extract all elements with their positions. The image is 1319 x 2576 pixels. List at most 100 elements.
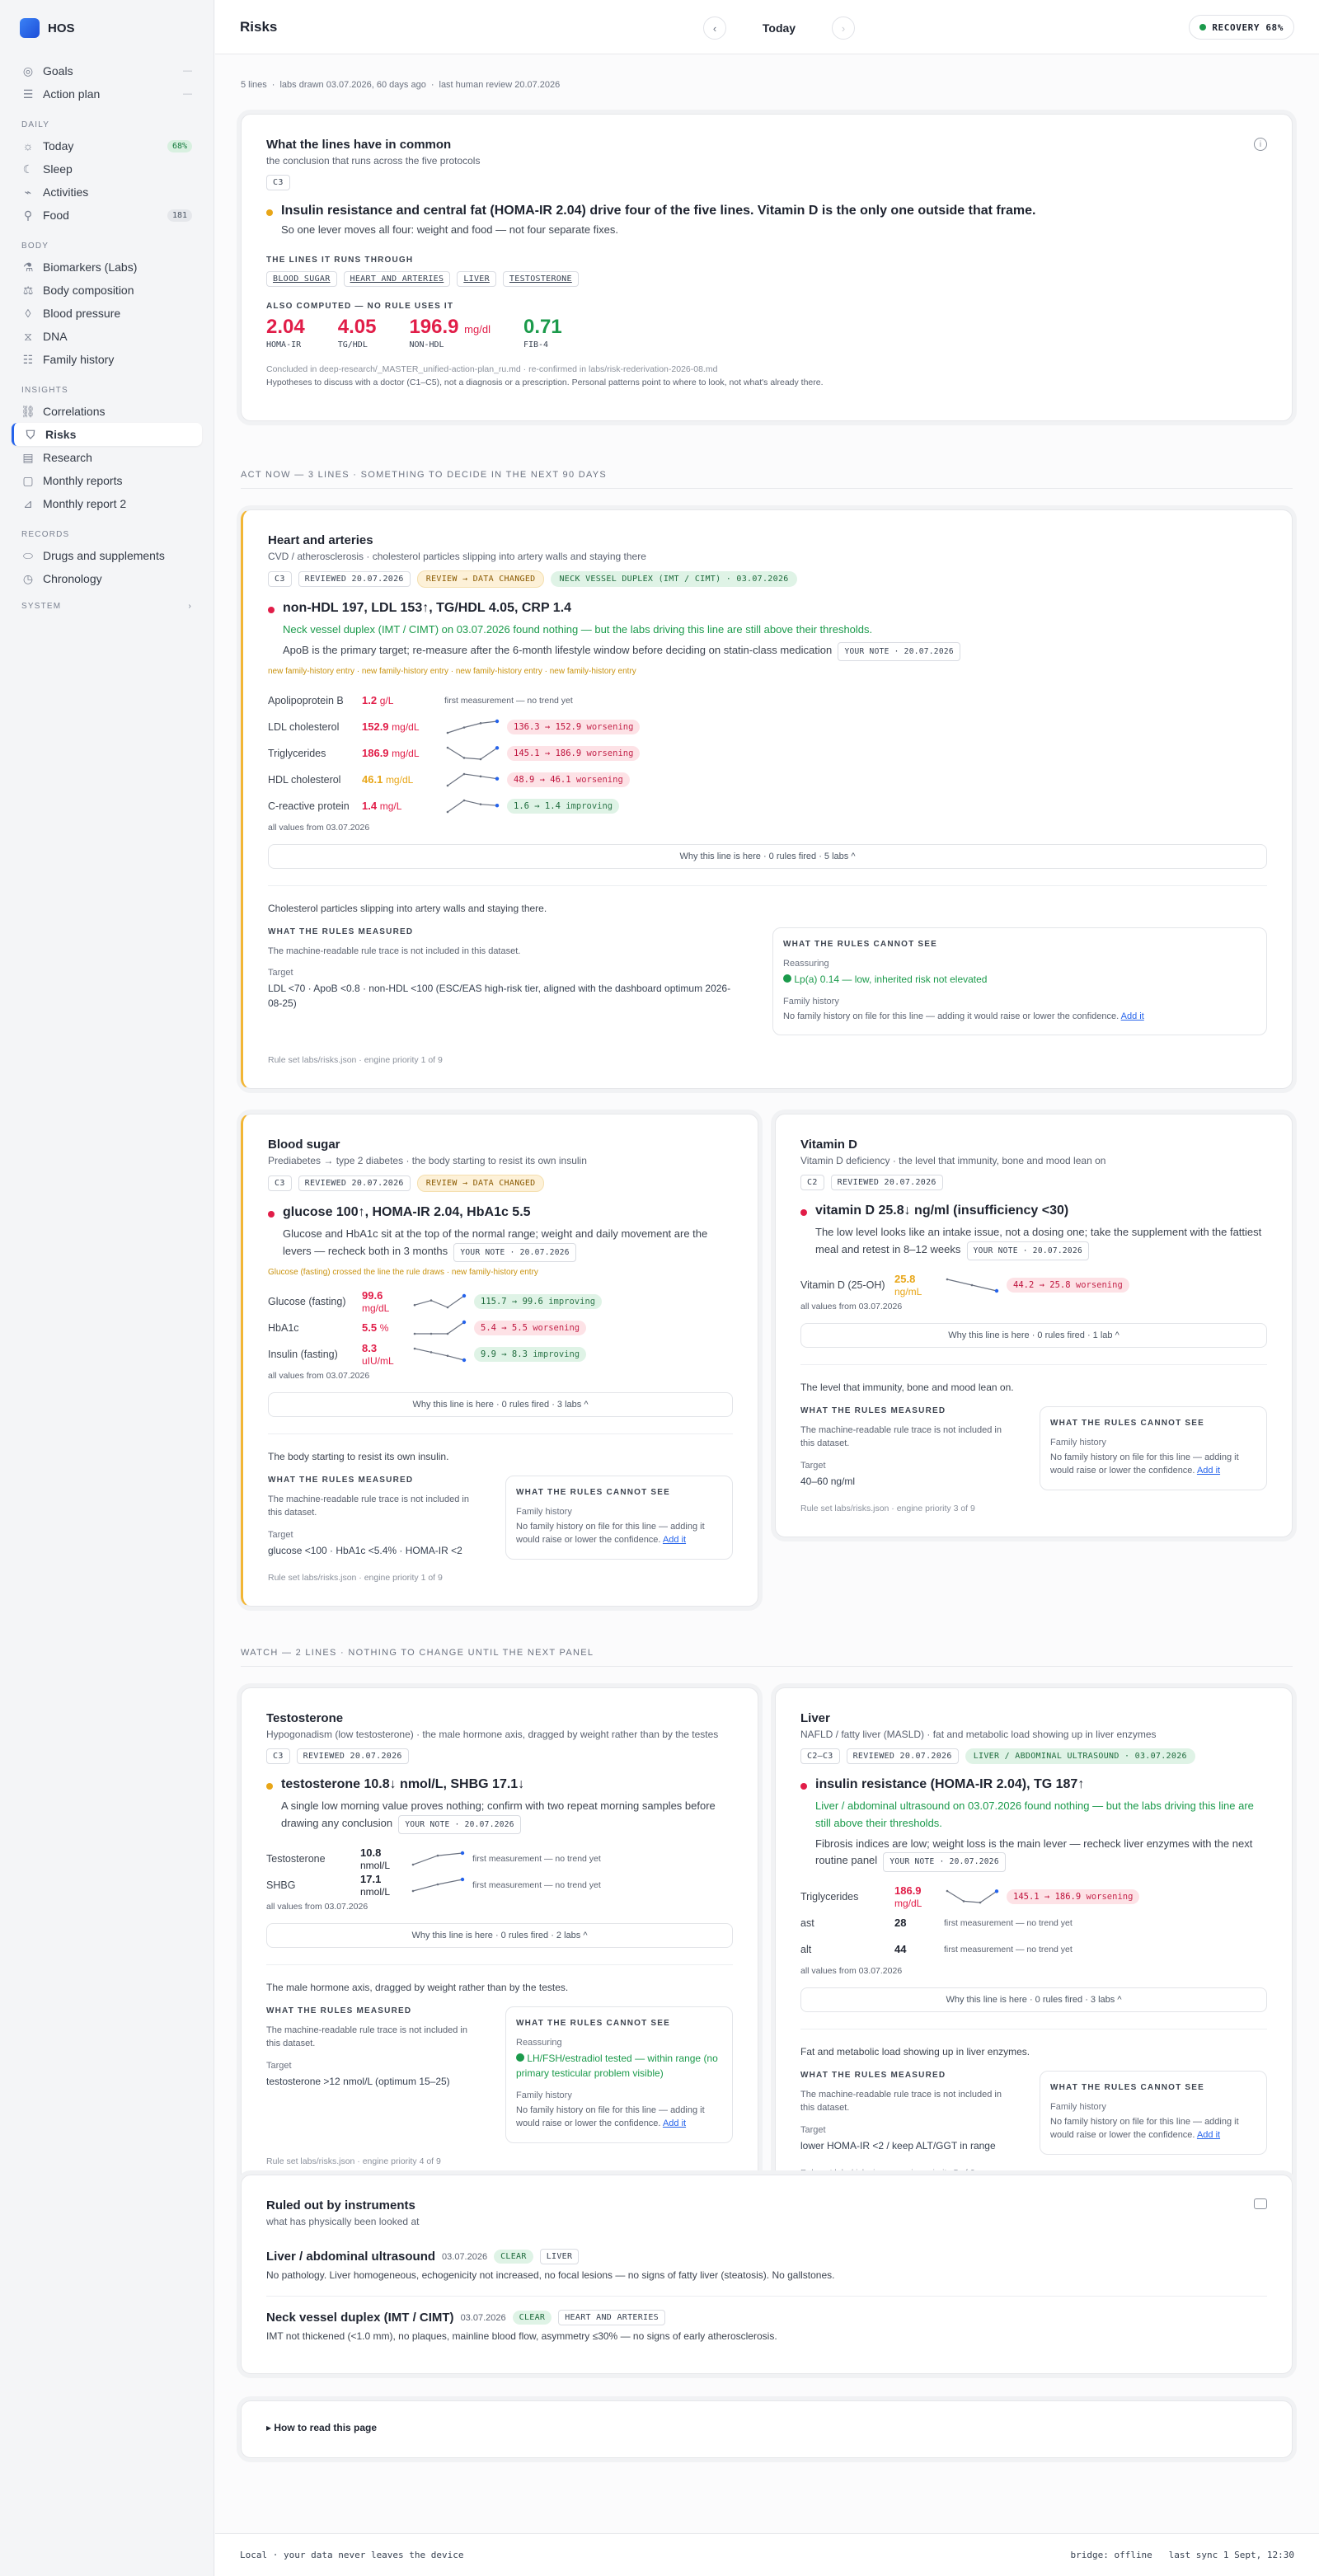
list-icon: ☰ [22,87,34,101]
recovery-badge[interactable]: RECOVERY 68% [1189,15,1294,40]
status-pill[interactable]: NECK VESSEL DUPLEX (IMT / CIMT) · 03.07.… [551,571,797,587]
sidebar-item-blood-pressure[interactable]: ◊ Blood pressure [12,302,202,325]
values-date: all values from 03.07.2026 [800,1301,903,1311]
add-family-history-link[interactable]: Add it [1197,2130,1220,2140]
activity-icon: ⌁ [24,185,32,199]
your-note-tag[interactable]: YOUR NOTE · 20.07.2026 [838,641,960,661]
sidebar-item-food[interactable]: ⚲ Food 181 [12,204,202,227]
clear-badge: CLEAR [494,2250,533,2264]
sidebar-item-monthly-reports[interactable]: ▢ Monthly reports [12,469,202,492]
utensils-icon: ⚲ [23,208,33,222]
sidebar-section-daily: DAILY [21,120,50,129]
sidebar-item-activities[interactable]: ⌁ Activities [12,181,202,204]
common-body: So one lever moves all four: weight and … [281,223,619,236]
rules-measured: The machine-readable rule trace is not i… [800,2089,1002,2114]
your-note-tag[interactable]: YOUR NOTE · 20.07.2026 [883,1852,1006,1872]
line-link[interactable]: LIVER [457,270,496,287]
marker-row[interactable]: Vitamin D (25-OH) 25.8 ng/mL 44.2 → 25.8 … [800,1272,1267,1298]
instrument-finding: Neck vessel duplex (IMT / CIMT) on 03.07… [283,623,873,636]
sidebar-item-goals[interactable]: ◎ Goals — [12,59,202,82]
change-badge: 1.6 → 1.4 improving [507,798,620,814]
line-link[interactable]: BLOOD SUGAR [266,270,337,287]
your-note-tag[interactable]: YOUR NOTE · 20.07.2026 [966,1241,1089,1260]
next-day-button[interactable]: › [832,16,855,40]
confidence-tag: C3 [268,571,292,587]
add-family-history-link[interactable]: Add it [1121,1011,1144,1021]
sidebar-item-action-plan[interactable]: ☰ Action plan — [12,82,202,106]
your-note-tag[interactable]: YOUR NOTE · 20.07.2026 [398,1814,521,1834]
sidebar-item-body-composition[interactable]: ⚖ Body composition [12,279,202,302]
computed-label: ALSO COMPUTED — NO RULE USES IT [266,301,454,311]
how-to-read-card[interactable]: ▸ How to read this page [241,2400,1293,2458]
marker-row[interactable]: C-reactive protein 1.4 mg/L 1.6 → 1.4 imp… [268,793,1267,819]
sidebar-item-biomarkers-labs[interactable]: ⚗ Biomarkers (Labs) [12,256,202,279]
why-this-line-button[interactable]: Why this line is here · 0 rules fired · … [268,843,1267,869]
marker-row[interactable]: Triglycerides 186.9 mg/dL 145.1 → 186.9 w… [268,740,1267,767]
marker-row[interactable]: Testosterone 10.8 nmol/L first measuremen… [266,1846,733,1872]
sidebar-item-today[interactable]: ☼ Today 68% [12,134,202,157]
info-icon[interactable]: i [1254,138,1267,151]
app-logo[interactable]: HOS [20,18,194,38]
trend-sparkline [413,1320,467,1335]
status-dot-icon [1199,24,1207,30]
rules-measured: The machine-readable rule trace is not i… [268,945,521,956]
risk-advice: Glucose and HbA1c sit at the top of the … [283,1226,733,1262]
trend-sparkline [446,772,500,787]
your-note-tag[interactable]: YOUR NOTE · 20.07.2026 [453,1242,576,1262]
change-badge: 145.1 → 186.9 worsening [507,745,641,761]
sidebar-section-system[interactable]: SYSTEM › [21,602,192,611]
sidebar-item-correlations[interactable]: ⛓ Correlations [12,400,202,423]
why-this-line-button[interactable]: Why this line is here · 0 rules fired · … [800,1322,1267,1348]
status-pill[interactable]: REVIEW → DATA CHANGED [416,570,545,588]
add-family-history-link[interactable]: Add it [663,1535,686,1545]
why-this-line-button[interactable]: Why this line is here · 0 rules fired · … [268,1391,733,1417]
rule-set-note: Rule set labs/risks.json · engine priori… [268,1055,443,1066]
date-label[interactable]: Today [738,21,820,35]
risk-headline: vitamin D 25.8↓ ng/ml (insufficiency <30… [815,1204,1069,1218]
marker-row[interactable]: alt 44 first measurement — no trend yet [800,1936,1267,1963]
marker-row[interactable]: HDL cholesterol 46.1 mg/dL 48.9 → 46.1 wo… [268,767,1267,793]
trend-sparkline [413,1293,467,1309]
why-this-line-button[interactable]: Why this line is here · 0 rules fired · … [266,1922,733,1948]
line-tag[interactable]: HEART AND ARTERIES [558,2310,666,2325]
line-link[interactable]: TESTOSTERONE [502,270,579,287]
trend-sparkline [446,746,500,761]
page-meta: 5 lines · labs drawn 03.07.2026, 60 days a… [241,80,560,90]
rules-measured: The machine-readable rule trace is not i… [268,1494,469,1518]
marker-row[interactable]: Insulin (fasting) 8.3 uIU/mL 9.9 → 8.3 im… [268,1341,733,1368]
marker-row[interactable]: Triglycerides 186.9 mg/dL 145.1 → 186.9 w… [800,1884,1267,1910]
sidebar-item-drugs-and-supplements[interactable]: ⬭ Drugs and supplements [12,544,202,567]
sidebar-item-research[interactable]: ▤ Research [12,446,202,469]
sidebar: HOS ◎ Goals — ☰ Action plan — DAILY ☼ Today 68% ☾… [0,0,214,2576]
sidebar-item-dna[interactable]: ⧖ DNA [12,325,202,348]
risk-headline: glucose 100↑, HOMA-IR 2.04, HbA1c 5.5 [283,1205,531,1219]
marker-row[interactable]: Glucose (fasting) 99.6 mg/dL 115.7 → 99.6… [268,1288,733,1315]
prev-day-button[interactable]: ‹ [703,16,726,40]
confidence-tag: C3 [266,1748,290,1764]
sidebar-item-sleep[interactable]: ☾ Sleep [12,157,202,181]
marker-row[interactable]: SHBG 17.1 nmol/L first measurement — no t… [266,1872,733,1898]
marker-row[interactable]: Apolipoprotein B 1.2 g/L first measuremen… [268,687,1267,714]
card-title: Blood sugar [268,1138,340,1152]
section-act-now: ACT NOW — 3 LINES · SOMETHING TO DECIDE … [241,470,608,480]
sidebar-item-risks[interactable]: ⛉ Risks [12,423,202,446]
scale-icon: ⚖ [22,283,34,297]
sidebar-section-records: RECORDS [21,530,70,539]
why-this-line-button[interactable]: Why this line is here · 0 rules fired · … [800,1987,1267,2012]
line-link[interactable]: HEART AND ARTERIES [343,270,451,287]
sidebar-item-family-history[interactable]: ☷ Family history [12,348,202,371]
add-family-history-link[interactable]: Add it [663,2119,686,2128]
dna-icon: ⧖ [24,329,32,343]
add-family-history-link[interactable]: Add it [1197,1466,1220,1476]
marker-row[interactable]: ast 28 first measurement — no trend yet [800,1910,1267,1936]
status-pill[interactable]: LIVER / ABDOMINAL ULTRASOUND · 03.07.202… [965,1748,1195,1764]
sidebar-item-monthly-report-2[interactable]: ⊿ Monthly report 2 [12,492,202,515]
marker-row[interactable]: LDL cholesterol 152.9 mg/dL 136.3 → 152.9… [268,714,1267,740]
risk-advice: The low level looks like an intake issue… [815,1224,1267,1260]
marker-row[interactable]: HbA1c 5.5 % 5.4 → 5.5 worsening [268,1315,733,1341]
card-subtitle: NAFLD / fatty liver (MASLD) · fat and me… [800,1729,1157,1740]
how-to-read-toggle[interactable]: ▸ How to read this page [266,2422,377,2433]
line-tag[interactable]: LIVER [539,2249,580,2264]
status-pill[interactable]: REVIEW → DATA CHANGED [416,1175,545,1192]
sidebar-item-chronology[interactable]: ◷ Chronology [12,567,202,590]
